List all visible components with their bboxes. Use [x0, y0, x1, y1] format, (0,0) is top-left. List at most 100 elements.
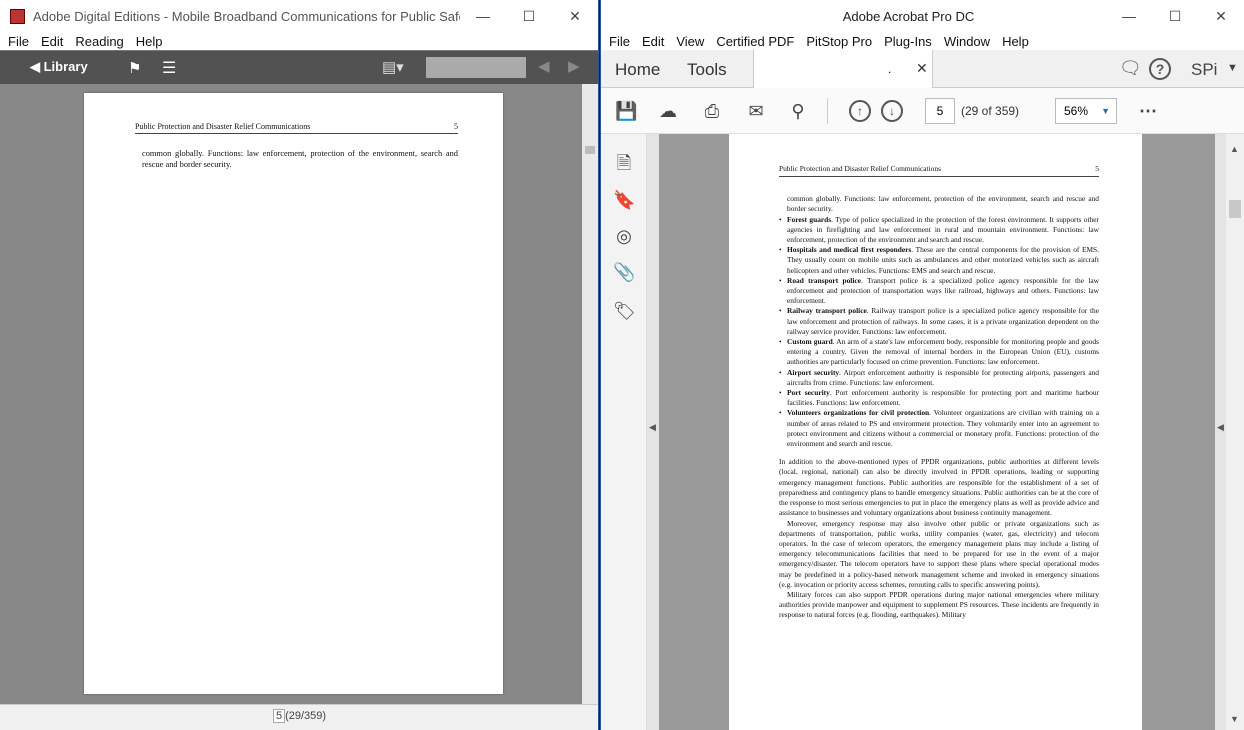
list-item: Road transport police. Transport police … — [779, 276, 1099, 307]
menu-file[interactable]: File — [2, 34, 35, 49]
acrobat-window: Adobe Acrobat Pro DC — ☐ ✕ File Edit Vie… — [600, 0, 1244, 730]
paragraph: In addition to the above-mentioned types… — [779, 457, 1099, 518]
ade-scrollbar[interactable] — [582, 84, 598, 704]
menu-certified-pdf[interactable]: Certified PDF — [710, 34, 800, 49]
minimize-button[interactable]: — — [460, 0, 506, 32]
ade-titlebar: Adobe Digital Editions - Mobile Broadban… — [0, 0, 598, 32]
page-header-number: 5 — [454, 122, 458, 131]
tab-document[interactable]: . ✕ — [753, 50, 933, 88]
zoom-value: 56% — [1064, 104, 1089, 118]
search-icon[interactable]: ⚲ — [787, 100, 809, 122]
bookmark-icon[interactable]: 🔖 — [613, 189, 635, 211]
print-icon[interactable]: ⎙ — [701, 100, 723, 122]
menu-edit[interactable]: Edit — [636, 34, 670, 49]
menu-help[interactable]: Help — [130, 34, 169, 49]
view-options-icon[interactable]: ▤▾ — [382, 58, 404, 76]
page-text: common globally. Functions: law enforcem… — [142, 149, 458, 169]
menu-help[interactable]: Help — [996, 34, 1035, 49]
chevron-down-icon: ▼ — [1101, 106, 1110, 116]
menu-plug-ins[interactable]: Plug-Ins — [878, 34, 938, 49]
list-item: Volunteers organizations for civil prote… — [779, 408, 1099, 449]
close-tab-icon[interactable]: ✕ — [916, 60, 928, 77]
page-count: (29 of 359) — [961, 104, 1020, 118]
upload-cloud-icon[interactable]: ☁ — [657, 100, 679, 122]
paragraph: Moreover, emergency response may also in… — [779, 518, 1099, 589]
ade-statusbar: 5 (29/359) — [0, 704, 598, 730]
next-page-icon[interactable]: ▶ — [568, 57, 580, 75]
tab-tools[interactable]: Tools — [687, 60, 727, 80]
maximize-button[interactable]: ☐ — [506, 0, 552, 32]
minimize-button[interactable]: — — [1106, 0, 1152, 32]
page-number-box[interactable]: 5 — [272, 709, 286, 723]
acrobat-window-title: Adobe Acrobat Pro DC — [842, 8, 975, 24]
pages-icon[interactable]: 🗎 — [613, 152, 635, 174]
page-header-title: Public Protection and Disaster Relief Co… — [135, 122, 311, 131]
next-page-icon[interactable]: ↓ — [881, 100, 903, 122]
scroll-thumb[interactable] — [1229, 200, 1241, 218]
page-position: (29/359) — [285, 710, 327, 722]
bullet-list: Forest guards. Type of police specialize… — [779, 215, 1099, 450]
scroll-down-icon[interactable]: ▼ — [1230, 714, 1239, 724]
help-icon[interactable]: ? — [1149, 58, 1171, 80]
ade-page: Public Protection and Disaster Relief Co… — [84, 93, 503, 694]
left-pane-toggle[interactable]: ◀ — [647, 134, 659, 730]
bookmark-icon[interactable]: ⚑ — [128, 59, 141, 77]
zoom-select[interactable]: 56% ▼ — [1055, 98, 1117, 124]
ade-toolbar: ◀ Library ⚑ ☰ ▤▾ ◀ ▶ — [0, 50, 598, 84]
search-input[interactable] — [426, 57, 526, 78]
paragraph: Military forces can also support PPDR op… — [779, 589, 1099, 620]
library-button[interactable]: ◀ Library — [30, 59, 88, 75]
toc-list-icon[interactable]: ☰ — [162, 58, 176, 78]
page-header-number: 5 — [1095, 164, 1099, 173]
more-options-icon[interactable]: ⋯ — [1137, 100, 1159, 122]
menu-view[interactable]: View — [670, 34, 710, 49]
tab-home[interactable]: Home — [615, 60, 660, 80]
email-icon[interactable]: ✉ — [745, 100, 767, 122]
ade-reading-area: Public Protection and Disaster Relief Co… — [0, 84, 598, 704]
comment-icon[interactable]: 🗨 — [1119, 58, 1142, 79]
list-item: Forest guards. Type of police specialize… — [779, 215, 1099, 246]
ade-window: Adobe Digital Editions - Mobile Broadban… — [0, 0, 599, 730]
acrobat-menubar: File Edit View Certified PDF PitStop Pro… — [601, 32, 1244, 50]
list-item: Port security. Port enforcement authorit… — [779, 388, 1099, 408]
list-item: Custom guard. An arm of a state's law en… — [779, 337, 1099, 368]
ade-app-icon — [10, 8, 25, 24]
acrobat-titlebar: Adobe Acrobat Pro DC — ☐ ✕ — [601, 0, 1244, 32]
toolbar-divider — [827, 98, 828, 124]
menu-window[interactable]: Window — [938, 34, 996, 49]
close-button[interactable]: ✕ — [552, 0, 598, 32]
attachment-icon[interactable]: 📎 — [613, 261, 635, 283]
menu-pitstop-pro[interactable]: PitStop Pro — [800, 34, 878, 49]
menu-file[interactable]: File — [603, 34, 636, 49]
document-tab-label: . — [888, 62, 892, 76]
layers-icon[interactable]: ◎ — [613, 225, 635, 247]
pdf-page: Public Protection and Disaster Relief Co… — [729, 134, 1142, 730]
document-view: Public Protection and Disaster Relief Co… — [659, 134, 1215, 730]
document-scrollbar[interactable]: ▲ ▼ — [1226, 134, 1244, 730]
save-icon[interactable]: 💾 — [615, 100, 637, 122]
ade-menubar: File Edit Reading Help — [0, 32, 598, 50]
page-number-input[interactable]: 5 — [925, 98, 955, 124]
collapse-left-icon[interactable]: ◀ — [649, 422, 656, 433]
acrobat-tabbar: Home Tools . ✕ 🗨 ? SPi ▼ — [601, 50, 1244, 88]
tag-icon[interactable]: 🏷 — [613, 300, 636, 322]
page-header: Public Protection and Disaster Relief Co… — [135, 122, 458, 134]
previous-page-icon[interactable]: ↑ — [849, 100, 871, 122]
prev-page-icon[interactable]: ◀ — [538, 57, 550, 75]
acrobat-toolbar: 💾 ☁ ⎙ ✉ ⚲ ↑ ↓ 5 (29 of 359) 56% ▼ ⋯ — [601, 88, 1244, 134]
maximize-button[interactable]: ☐ — [1152, 0, 1198, 32]
chevron-down-icon[interactable]: ▼ — [1227, 62, 1238, 74]
list-item: Railway transport police. Railway transp… — [779, 306, 1099, 337]
close-button[interactable]: ✕ — [1198, 0, 1244, 32]
navigation-pane: 🗎 🔖 ◎ 📎 🏷 — [601, 134, 647, 730]
lead-text: common globally. Functions: law enforcem… — [787, 194, 1099, 214]
menu-reading[interactable]: Reading — [69, 34, 129, 49]
page-header-title: Public Protection and Disaster Relief Co… — [779, 164, 941, 173]
user-account[interactable]: SPi — [1191, 60, 1217, 80]
scroll-up-icon[interactable]: ▲ — [1230, 144, 1239, 154]
list-item: Hospitals and medical first responders. … — [779, 245, 1099, 276]
page-header: Public Protection and Disaster Relief Co… — [779, 164, 1099, 178]
expand-right-icon[interactable]: ◀ — [1217, 422, 1224, 433]
menu-edit[interactable]: Edit — [35, 34, 69, 49]
ade-window-title: Adobe Digital Editions - Mobile Broadban… — [33, 8, 460, 24]
